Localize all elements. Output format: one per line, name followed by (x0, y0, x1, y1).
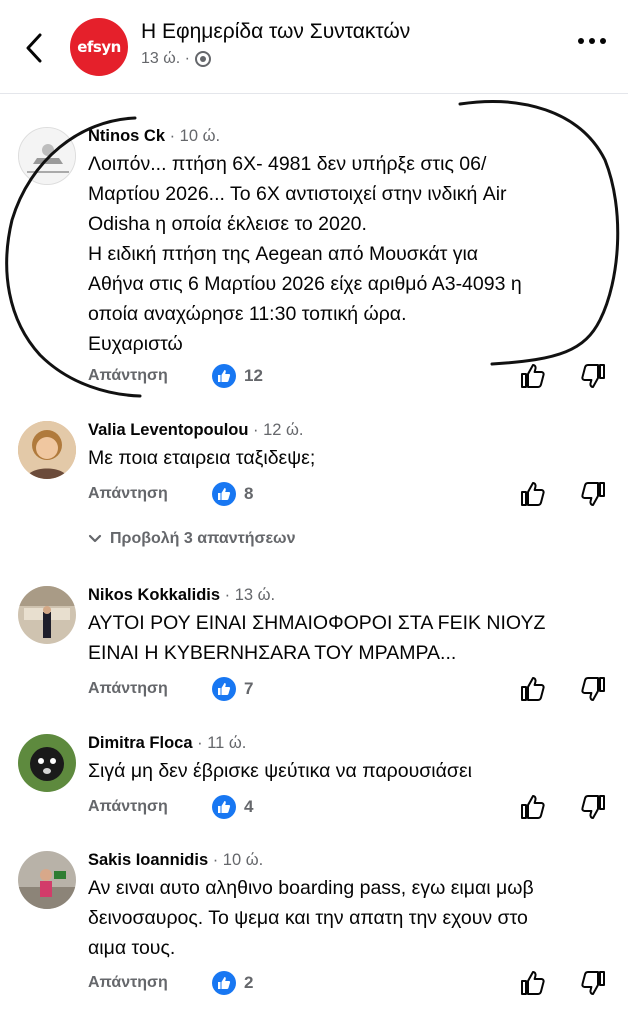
page-logo[interactable]: efsyn (70, 18, 128, 76)
avatar[interactable] (18, 586, 76, 644)
page-name[interactable]: Η Εφημερίδα των Συντακτών (141, 20, 410, 44)
like-badge-icon (212, 482, 236, 506)
comment-time: · 10 ώ. (165, 127, 221, 145)
avatar[interactable] (18, 421, 76, 479)
comment-text: Με ποια εταιρεια ταξιδεψε; (88, 447, 316, 469)
like-summary[interactable]: 8 (212, 482, 253, 506)
reply-button[interactable]: Απάντηση (88, 485, 168, 503)
thumbs-down-icon[interactable] (580, 676, 606, 707)
like-badge-icon (212, 364, 236, 388)
comment-time: · 10 ώ. (208, 851, 264, 869)
like-summary[interactable]: 4 (212, 795, 253, 819)
post-header: efsyn Η Εφημερίδα των Συντακτών 13 ώ. · (0, 0, 628, 94)
like-summary[interactable]: 7 (212, 677, 253, 701)
comment-header: Valia Leventopoulou · 12 ώ. (88, 421, 304, 440)
like-badge-icon (212, 795, 236, 819)
post-time: 13 ώ. · (141, 50, 190, 67)
thumbs-up-icon[interactable] (520, 970, 546, 1001)
comment-author[interactable]: Sakis Ioannidis (88, 851, 208, 869)
comment-time: · 11 ώ. (192, 734, 247, 752)
like-count: 7 (244, 679, 254, 698)
comment-text: Σιγά μη δεν έβρισκε ψεύτικα να παρουσιάσ… (88, 760, 472, 782)
thumbs-down-icon[interactable] (580, 970, 606, 1001)
like-count: 4 (244, 797, 254, 816)
back-button[interactable] (18, 28, 50, 68)
chevron-down-icon (88, 534, 102, 543)
thumbs-up-icon[interactable] (520, 363, 546, 394)
comment-actions: Απάντηση 2 (88, 970, 628, 998)
thumbs-up-icon[interactable] (520, 794, 546, 825)
thumbs-down-icon[interactable] (580, 794, 606, 825)
avatar[interactable] (18, 851, 76, 909)
avatar[interactable] (18, 734, 76, 792)
reply-button[interactable]: Απάντηση (88, 680, 168, 698)
post-meta: 13 ώ. · (141, 50, 211, 68)
globe-icon (194, 51, 211, 67)
view-replies-button[interactable]: Προβολή 3 απαντήσεων (88, 530, 295, 548)
back-arrow-icon (26, 33, 42, 63)
like-badge-icon (212, 677, 236, 701)
comment-text: ΑΥΤΟΙ ΡΟΥ ΕΙΝΑΙ ΣΗΜΑΙΟΦΟΡΟΙ ΣΤΑ FΕΙΚ ΝΙΟ… (88, 612, 546, 664)
logo-text: efsyn (77, 38, 121, 56)
like-badge-icon (212, 971, 236, 995)
like-count: 8 (244, 484, 254, 503)
comment-header: Dimitra Floca · 11 ώ. (88, 734, 246, 753)
more-icon[interactable] (578, 38, 606, 44)
like-count: 2 (244, 973, 254, 992)
comment-header: Nikos Kokkalidis · 13 ώ. (88, 586, 275, 605)
comment-author[interactable]: Ntinos Ck (88, 127, 165, 145)
comment-author[interactable]: Dimitra Floca (88, 734, 193, 752)
like-count: 12 (244, 366, 263, 385)
comment-author[interactable]: Nikos Kokkalidis (88, 586, 220, 604)
comment-actions: Απάντηση 7 (88, 676, 628, 704)
reply-button[interactable]: Απάντηση (88, 367, 168, 385)
comment-text: Λοιπόν... πτήση 6Χ- 4981 δεν υπήρξε στις… (88, 153, 522, 355)
comment-author[interactable]: Valia Leventopoulou (88, 421, 248, 439)
comment-actions: Απάντηση 8 (88, 481, 628, 509)
reply-button[interactable]: Απάντηση (88, 798, 168, 816)
like-summary[interactable]: 2 (212, 971, 253, 995)
comment-time: · 12 ώ. (248, 421, 304, 439)
comment-time: · 13 ώ. (220, 586, 276, 604)
comment-actions: Απάντηση 12 (88, 363, 628, 391)
thumbs-up-icon[interactable] (520, 676, 546, 707)
view-replies-label: Προβολή 3 απαντήσεων (110, 530, 296, 547)
comment-header: Sakis Ioannidis · 10 ώ. (88, 851, 263, 870)
thumbs-down-icon[interactable] (580, 481, 606, 512)
like-summary[interactable]: 12 (212, 364, 263, 388)
comment-actions: Απάντηση 4 (88, 794, 628, 822)
comment-header: Ntinos Ck · 10 ώ. (88, 127, 220, 146)
thumbs-down-icon[interactable] (580, 363, 606, 394)
reply-button[interactable]: Απάντηση (88, 974, 168, 992)
thumbs-up-icon[interactable] (520, 481, 546, 512)
avatar[interactable] (18, 127, 76, 185)
comment-text: Αν ειναι αυτο αληθινο boarding pass, εγω… (88, 877, 534, 959)
